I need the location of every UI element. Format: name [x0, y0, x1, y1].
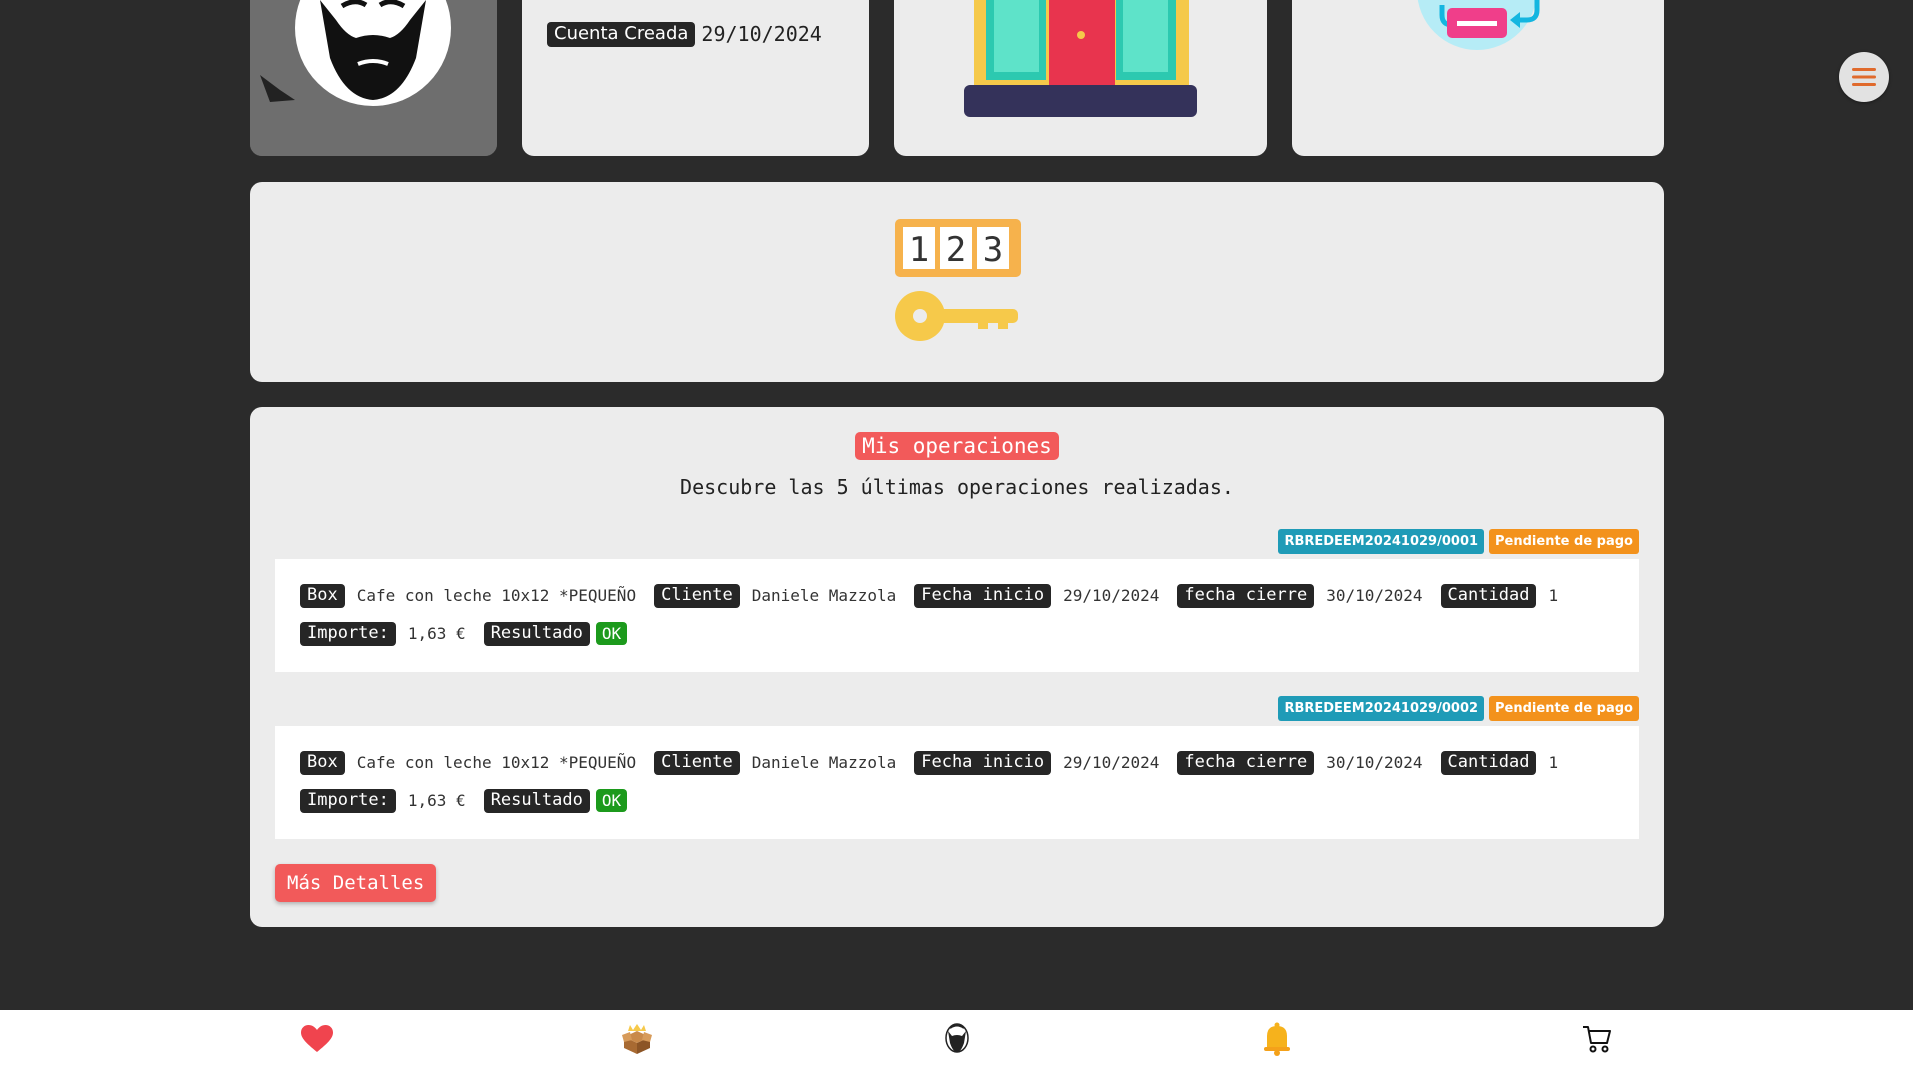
- cart-icon: [1583, 1026, 1611, 1053]
- result-label: Resultado: [483, 789, 590, 813]
- heart-icon: [301, 1025, 333, 1052]
- end-date-label: fecha cierre: [1177, 751, 1315, 775]
- code-digit: 1: [909, 230, 929, 270]
- nav-profile[interactable]: [937, 1022, 977, 1056]
- number-key-icon: 1 2 3: [895, 219, 1021, 341]
- amount-label: Importe:: [300, 622, 396, 646]
- end-date-label: fecha cierre: [1177, 584, 1315, 608]
- operation-item[interactable]: RBREDEEM20241029/0001 Pendiente de pago …: [275, 529, 1639, 674]
- end-date-value: 30/10/2024: [1326, 753, 1423, 773]
- operation-id-badge: RBREDEEM20241029/0001: [1278, 529, 1485, 554]
- result-badge: OK: [595, 789, 628, 813]
- nav-notifications[interactable]: [1257, 1022, 1297, 1056]
- amount-value: 1,63 €: [407, 624, 466, 644]
- box-label: Box: [300, 584, 345, 608]
- exchange-icon: [1417, 0, 1540, 50]
- access-code-card[interactable]: 1 2 3: [250, 182, 1664, 382]
- menu-button[interactable]: [1839, 52, 1889, 102]
- nav-favorites[interactable]: [297, 1022, 337, 1056]
- nav-cart[interactable]: [1577, 1022, 1617, 1056]
- quantity-label: Cantidad: [1440, 751, 1537, 775]
- gift-box-icon: [622, 1024, 652, 1054]
- box-value: Cafe con leche 10x12 *PEQUEÑO: [356, 586, 637, 606]
- operations-card: Mis operaciones Descubre las 5 últimas o…: [250, 407, 1664, 927]
- account-created-date: 29/10/2024: [701, 22, 822, 47]
- start-date-label: Fecha inicio: [914, 751, 1052, 775]
- client-value: Daniele Mazzola: [751, 753, 897, 773]
- amount-label: Importe:: [300, 789, 396, 813]
- code-digit: 2: [946, 230, 966, 270]
- operation-status-badge: Pendiente de pago: [1489, 529, 1639, 554]
- box-value: Cafe con leche 10x12 *PEQUEÑO: [356, 753, 637, 773]
- quantity-label: Cantidad: [1440, 584, 1537, 608]
- bell-icon: [1264, 1022, 1290, 1056]
- door-card[interactable]: [894, 0, 1267, 156]
- profile-avatar-icon: [945, 1023, 969, 1053]
- sync-card[interactable]: [1292, 0, 1664, 156]
- bottom-navigation: [0, 1010, 1913, 1068]
- quantity-value: 1: [1548, 586, 1559, 606]
- result-label: Resultado: [483, 622, 590, 646]
- quantity-value: 1: [1548, 753, 1559, 773]
- end-date-value: 30/10/2024: [1326, 586, 1423, 606]
- box-label: Box: [300, 751, 345, 775]
- hamburger-menu-icon: [1852, 68, 1876, 86]
- client-label: Cliente: [654, 584, 740, 608]
- start-date-value: 29/10/2024: [1063, 753, 1160, 773]
- operation-id-badge: RBREDEEM20241029/0002: [1278, 696, 1485, 721]
- door-icon: [964, 0, 1197, 117]
- operations-title: Mis operaciones: [855, 432, 1059, 460]
- nav-boxes[interactable]: [617, 1022, 657, 1056]
- operations-subtitle: Descubre las 5 últimas operaciones reali…: [680, 475, 1234, 499]
- client-label: Cliente: [654, 751, 740, 775]
- amount-value: 1,63 €: [407, 791, 466, 811]
- operation-status-badge: Pendiente de pago: [1489, 696, 1639, 721]
- profile-card[interactable]: [250, 0, 497, 156]
- operation-item[interactable]: RBREDEEM20241029/0002 Pendiente de pago …: [275, 696, 1639, 841]
- start-date-label: Fecha inicio: [914, 584, 1052, 608]
- start-date-value: 29/10/2024: [1063, 586, 1160, 606]
- client-value: Daniele Mazzola: [751, 586, 897, 606]
- result-badge: OK: [595, 622, 628, 646]
- account-created-label: Cuenta Creada: [547, 22, 696, 47]
- code-digit: 3: [983, 230, 1003, 270]
- bearded-avatar-icon: [250, 0, 497, 156]
- more-details-button[interactable]: Más Detalles: [275, 864, 437, 902]
- account-card: Cuenta Creada 29/10/2024: [522, 0, 869, 156]
